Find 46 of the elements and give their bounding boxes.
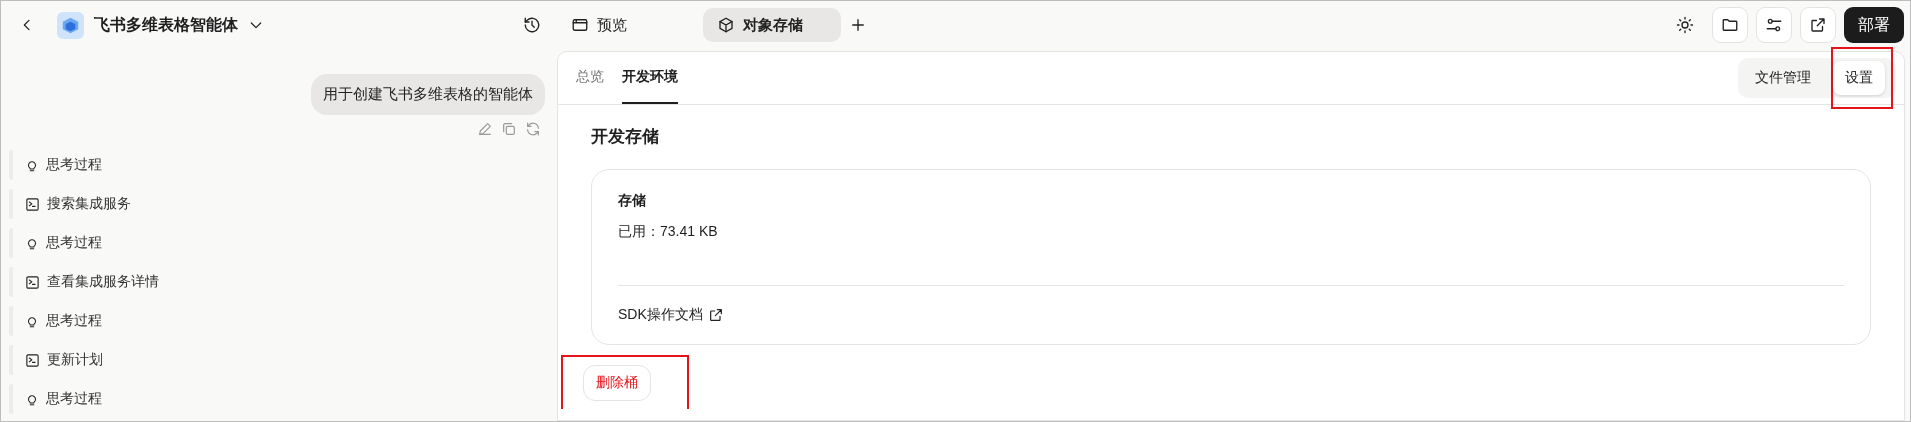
- storage-usage: 已用：73.41 KB: [618, 223, 719, 241]
- tab[interactable]: 开发环境: [622, 52, 678, 104]
- step-item[interactable]: 查看集成服务详情: [9, 267, 165, 297]
- copy-icon: [501, 121, 517, 137]
- history-button[interactable]: [523, 16, 541, 34]
- sun-icon: [1676, 16, 1694, 34]
- terminal-icon: [25, 274, 40, 290]
- tab[interactable]: 总览: [576, 52, 604, 104]
- step-item[interactable]: 思考过程: [9, 384, 108, 414]
- plus-icon: [849, 16, 867, 34]
- folder-icon: [1721, 16, 1739, 34]
- theme-button[interactable]: [1676, 16, 1694, 34]
- tab[interactable]: 对象存储: [703, 8, 841, 42]
- step-item[interactable]: 更新计划: [9, 345, 109, 375]
- browser-window-icon: [571, 16, 589, 34]
- agent-title: 飞书多维表格智能体: [94, 14, 238, 35]
- folder-button[interactable]: [1712, 7, 1748, 43]
- external-link-icon: [1809, 16, 1827, 34]
- step-item[interactable]: 搜索集成服务: [9, 189, 137, 219]
- delete-bucket-button[interactable]: 删除桶: [583, 365, 651, 401]
- tab[interactable]: 预览: [557, 8, 695, 42]
- segment-button[interactable]: 设置: [1833, 61, 1885, 95]
- step-item[interactable]: 思考过程: [9, 306, 108, 336]
- app-logo-icon: [57, 11, 84, 39]
- step-item[interactable]: 思考过程: [9, 150, 108, 180]
- cube-icon: [717, 16, 735, 34]
- terminal-icon: [25, 196, 40, 212]
- terminal-icon: [25, 352, 40, 368]
- copy-button[interactable]: [501, 121, 517, 137]
- history-icon: [523, 16, 541, 34]
- deploy-button[interactable]: 部署: [1844, 7, 1904, 43]
- pencil-icon: [477, 121, 493, 137]
- chat-message: 用于创建飞书多维表格的智能体: [311, 74, 545, 115]
- new-tab-button[interactable]: [849, 16, 867, 34]
- docs-link[interactable]: SDK操作文档: [618, 306, 724, 324]
- section-title: 开发存储: [591, 126, 660, 148]
- edit-button[interactable]: [477, 121, 493, 137]
- step-item[interactable]: 思考过程: [9, 228, 108, 258]
- card-title: 存储: [618, 192, 647, 210]
- sliders-icon: [1765, 16, 1783, 34]
- settings-button[interactable]: [1756, 7, 1792, 43]
- refresh-icon: [525, 121, 541, 137]
- open-external-button[interactable]: [1800, 7, 1836, 43]
- retry-button[interactable]: [525, 121, 541, 137]
- segment-button[interactable]: 文件管理: [1743, 61, 1823, 95]
- external-link-icon: [707, 307, 724, 323]
